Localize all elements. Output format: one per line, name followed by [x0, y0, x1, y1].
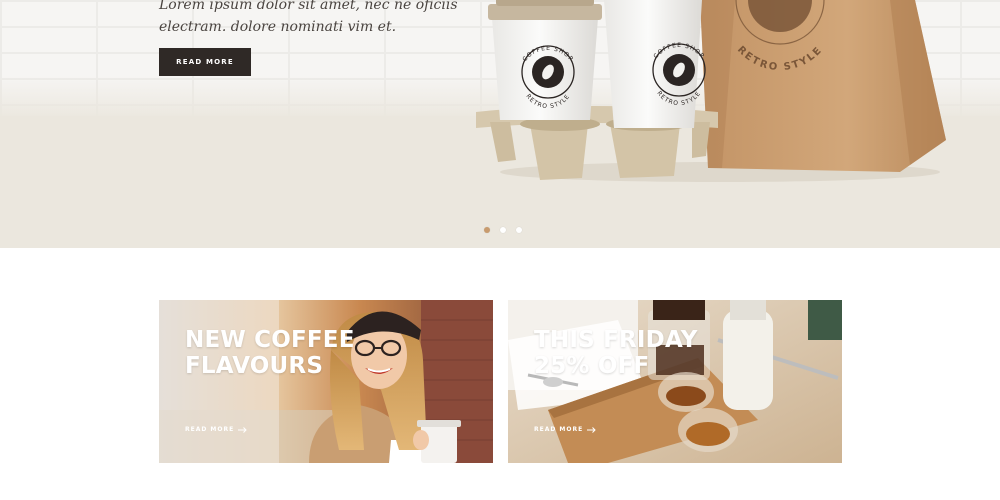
- woman-with-coffee-image: [159, 300, 493, 463]
- promo-title-line-2: 25% OFF: [534, 353, 650, 379]
- hero-description: Lorem ipsum dolor sit amet, nec ne ofici…: [159, 0, 459, 38]
- slider-pagination: [484, 225, 530, 235]
- arrow-right-icon: [587, 426, 596, 433]
- promo-link-label: READ MORE: [185, 426, 235, 433]
- promo-link-label: READ MORE: [534, 426, 584, 433]
- coffee-tray-image: [508, 300, 842, 463]
- promo-title: THIS FRIDAY 25% OFF: [534, 327, 698, 379]
- hero-slider: Lorem ipsum dolor sit amet, nec ne ofici…: [0, 0, 1000, 248]
- coffee-products-image: RETRO STYLE COFFEE SHOP RETRO STYLE COFF…: [476, 0, 946, 182]
- promo-title: NEW COFFEE FLAVOURS: [185, 327, 355, 379]
- coffee-cup-tall: COFFEE SHOP RETRO STYLE: [604, 0, 706, 128]
- promo-title-line-1: NEW COFFEE: [185, 327, 355, 353]
- hero-text-line-1: Lorem ipsum dolor sit amet, nec ne ofici…: [159, 0, 458, 13]
- promo-title-line-2: FLAVOURS: [185, 353, 324, 379]
- promo-title-line-1: THIS FRIDAY: [534, 327, 698, 353]
- paper-bag: RETRO STYLE: [700, 0, 946, 172]
- promo-read-more-link[interactable]: READ MORE: [185, 426, 247, 433]
- hero-read-more-button[interactable]: READ MORE: [159, 48, 251, 76]
- arrow-right-icon: [238, 426, 247, 433]
- hero-text-line-2: electram. dolore nominati vim et.: [159, 19, 397, 35]
- promo-card-new-coffee-flavours[interactable]: NEW COFFEE FLAVOURS READ MORE: [159, 300, 493, 463]
- promo-read-more-link[interactable]: READ MORE: [534, 426, 596, 433]
- slider-dot-3[interactable]: [516, 227, 522, 233]
- promo-card-this-friday-discount[interactable]: THIS FRIDAY 25% OFF READ MORE: [508, 300, 842, 463]
- coffee-cup-short: COFFEE SHOP RETRO STYLE: [488, 0, 602, 120]
- slider-dot-1[interactable]: [484, 227, 490, 233]
- slider-dot-2[interactable]: [500, 227, 506, 233]
